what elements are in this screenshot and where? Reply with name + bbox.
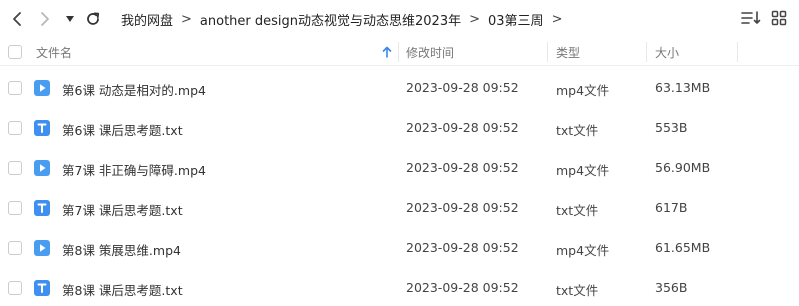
video-file-icon (34, 80, 50, 96)
forward-button[interactable] (34, 8, 56, 30)
file-name[interactable]: 第8课 策展思维.mp4 (62, 240, 181, 259)
refresh-button[interactable] (82, 8, 104, 30)
file-row[interactable]: 第6课 课后思考题.txt 2023-09-28 09:52 txt文件 553… (0, 108, 799, 148)
file-name[interactable]: 第6课 动态是相对的.mp4 (62, 80, 206, 99)
column-header-type[interactable]: 类型 (556, 38, 580, 66)
column-header-size[interactable]: 大小 (655, 38, 679, 66)
column-header-modified[interactable]: 修改时间 (406, 38, 454, 66)
text-file-icon (34, 280, 50, 296)
file-name[interactable]: 第8课 课后思考题.txt (62, 280, 183, 299)
file-name[interactable]: 第7课 非正确与障碍.mp4 (62, 160, 206, 179)
file-row[interactable]: 第7课 非正确与障碍.mp4 2023-09-28 09:52 mp4文件 56… (0, 148, 799, 188)
history-dropdown-button[interactable] (62, 8, 78, 30)
breadcrumb-separator: > (469, 11, 481, 27)
breadcrumb: 我的网盘 > another design动态视觉与动态思维2023年 > 03… (121, 9, 570, 29)
row-checkbox[interactable] (8, 161, 22, 175)
column-divider[interactable] (737, 42, 738, 62)
grid-view-icon[interactable] (771, 10, 787, 26)
breadcrumb-item-week[interactable]: 03第三周 (488, 10, 544, 29)
file-row[interactable]: 第8课 策展思维.mp4 2023-09-28 09:52 mp4文件 61.6… (0, 228, 799, 268)
file-modified: 2023-09-28 09:52 (406, 160, 519, 175)
column-header-name[interactable]: 文件名 (36, 38, 396, 66)
column-divider[interactable] (547, 42, 548, 62)
breadcrumb-separator: > (551, 11, 563, 27)
text-file-icon (34, 200, 50, 216)
view-controls (741, 10, 787, 26)
file-row[interactable]: 第6课 动态是相对的.mp4 2023-09-28 09:52 mp4文件 63… (0, 68, 799, 108)
breadcrumb-item-course[interactable]: another design动态视觉与动态思维2023年 (200, 10, 461, 29)
file-size: 356B (655, 280, 688, 295)
file-size: 617B (655, 200, 688, 215)
video-file-icon (34, 160, 50, 176)
file-size: 61.65MB (655, 240, 711, 255)
chevron-right-icon (41, 12, 49, 26)
column-modified-label: 修改时间 (406, 45, 455, 60)
column-type-label: 类型 (556, 45, 581, 60)
file-type: mp4文件 (556, 83, 610, 98)
column-divider[interactable] (398, 42, 399, 62)
file-name[interactable]: 第6课 课后思考题.txt (62, 120, 183, 139)
file-type: txt文件 (556, 283, 599, 298)
breadcrumb-separator: > (181, 11, 192, 27)
file-size: 56.90MB (655, 160, 711, 175)
caret-down-icon (66, 16, 74, 22)
text-file-icon (34, 120, 50, 136)
back-button[interactable] (6, 8, 28, 30)
toolbar: 我的网盘 > another design动态视觉与动态思维2023年 > 03… (0, 0, 799, 38)
row-checkbox[interactable] (8, 241, 22, 255)
file-modified: 2023-09-28 09:52 (406, 120, 519, 135)
refresh-icon (87, 12, 100, 25)
file-modified: 2023-09-28 09:52 (406, 200, 519, 215)
row-checkbox[interactable] (8, 121, 22, 135)
file-modified: 2023-09-28 09:52 (406, 280, 519, 295)
video-file-icon (34, 240, 50, 256)
sort-list-icon[interactable] (741, 10, 761, 26)
file-type: mp4文件 (556, 243, 610, 258)
file-size: 553B (655, 120, 688, 135)
select-all-checkbox[interactable] (8, 38, 22, 66)
file-list: 第6课 动态是相对的.mp4 2023-09-28 09:52 mp4文件 63… (0, 68, 799, 306)
file-type: txt文件 (556, 123, 599, 138)
sort-ascending-icon[interactable] (382, 38, 392, 66)
column-size-label: 大小 (655, 45, 680, 60)
column-divider[interactable] (646, 42, 647, 62)
file-row[interactable]: 第7课 课后思考题.txt 2023-09-28 09:52 txt文件 617… (0, 188, 799, 228)
file-size: 63.13MB (655, 80, 711, 95)
file-row[interactable]: 第8课 课后思考题.txt 2023-09-28 09:52 txt文件 356… (0, 268, 799, 306)
file-modified: 2023-09-28 09:52 (406, 80, 519, 95)
row-checkbox[interactable] (8, 281, 22, 295)
column-name-label: 文件名 (36, 45, 73, 60)
file-name[interactable]: 第7课 课后思考题.txt (62, 200, 183, 219)
row-checkbox[interactable] (8, 201, 22, 215)
file-modified: 2023-09-28 09:52 (406, 240, 519, 255)
file-type: mp4文件 (556, 163, 610, 178)
file-type: txt文件 (556, 203, 599, 218)
chevron-left-icon (13, 12, 21, 26)
row-checkbox[interactable] (8, 81, 22, 95)
file-list-header: 文件名 修改时间 类型 大小 (0, 38, 799, 66)
breadcrumb-item-root[interactable]: 我的网盘 (121, 10, 173, 29)
